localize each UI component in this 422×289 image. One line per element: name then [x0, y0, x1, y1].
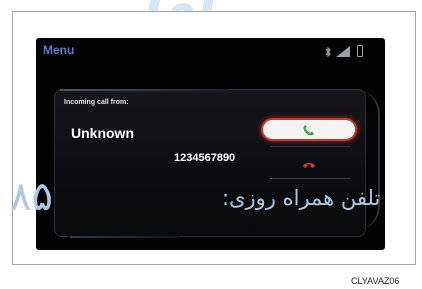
image-code: CLYAVAZ06 — [351, 276, 400, 286]
answer-call-button[interactable] — [263, 120, 355, 139]
phone-decline-icon — [303, 162, 315, 168]
signal-strength-icon — [336, 46, 350, 57]
watermark-line: تلفن همراه روزی: — [222, 186, 381, 210]
phone-answer-icon — [303, 124, 314, 135]
battery-icon — [357, 45, 363, 57]
decline-call-button[interactable] — [263, 155, 355, 174]
bluetooth-icon — [325, 47, 331, 57]
incoming-call-label: Incoming call from: — [64, 99, 129, 106]
panel-top-divider — [60, 89, 230, 91]
caller-number: 1234567890 — [174, 152, 236, 164]
status-bar — [325, 45, 363, 57]
watermark-digits-text: ۸۵ — [10, 174, 53, 220]
menu-title[interactable]: Menu — [43, 43, 74, 57]
watermark-text: تلفن همراه روزی: — [222, 186, 380, 210]
decline-divider — [270, 178, 350, 179]
watermark-digits: ۸۵ — [10, 174, 53, 220]
answer-divider — [270, 146, 350, 147]
panel-bottom-divider — [70, 236, 180, 238]
caller-name: Unknown — [71, 125, 134, 141]
